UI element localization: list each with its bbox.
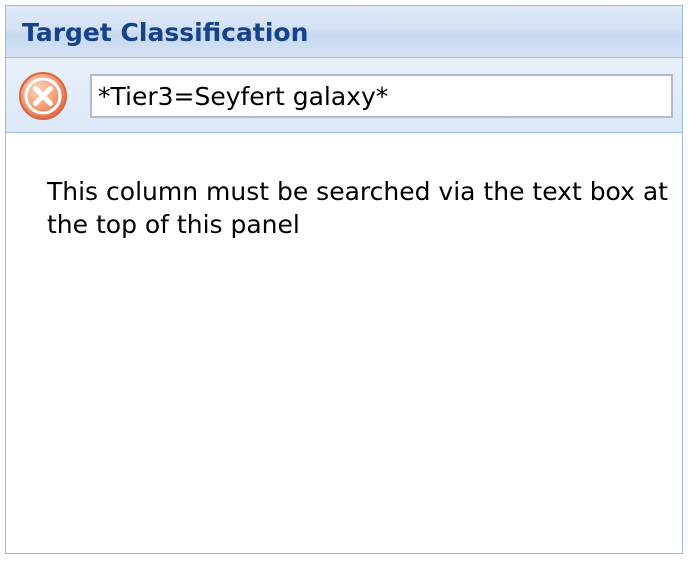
search-toolbar <box>6 58 682 133</box>
search-instruction-text: This column must be searched via the tex… <box>47 177 668 239</box>
panel-title: Target Classification <box>22 18 309 47</box>
classification-search-input[interactable] <box>90 74 673 118</box>
clear-search-button[interactable] <box>18 71 68 121</box>
panel-body: This column must be searched via the tex… <box>6 133 682 553</box>
target-classification-panel: Target Classification This column must b… <box>5 5 683 554</box>
clear-x-circle-icon <box>19 72 67 120</box>
panel-header: Target Classification <box>6 6 682 58</box>
